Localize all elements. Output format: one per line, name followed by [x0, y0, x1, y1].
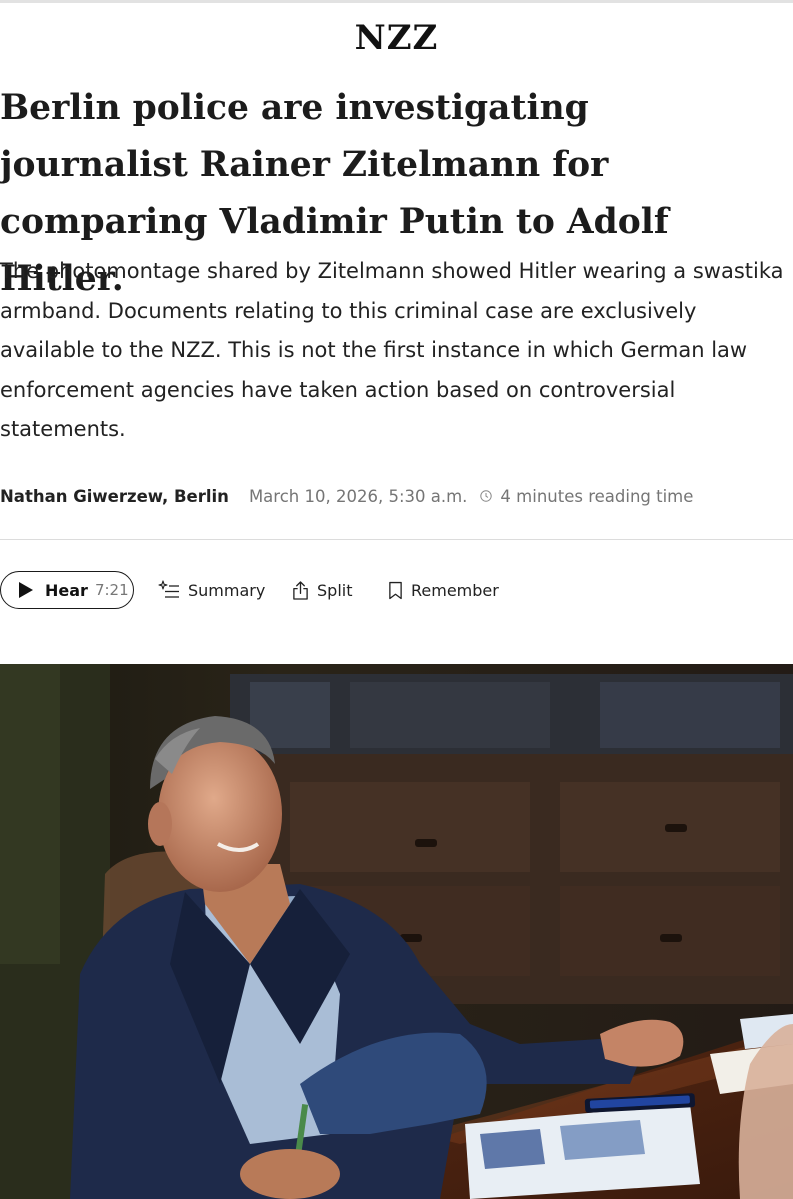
- publish-date: March 10, 2026, 5:30 a.m.: [248, 486, 468, 506]
- hear-duration: 7:21: [94, 581, 129, 599]
- play-icon: [19, 582, 33, 598]
- article-meta: Nathan Giwerzew, Berlin March 10, 2026, …: [0, 484, 790, 508]
- author-byline[interactable]: Nathan Giwerzew, Berlin: [0, 487, 229, 506]
- split-button[interactable]: Split: [292, 571, 352, 609]
- summary-label: Summary: [188, 580, 266, 600]
- meta-divider: [0, 539, 793, 540]
- reading-time: 4 minutes reading time: [500, 486, 694, 506]
- article-toolbar: Hear 7:21 Summary Split Remember: [0, 571, 793, 613]
- split-label: Split: [317, 580, 353, 600]
- sparkle-list-icon: [158, 580, 179, 598]
- bookmark-icon: [389, 581, 402, 599]
- hear-button[interactable]: Hear 7:21: [0, 571, 134, 609]
- clock-icon: [480, 490, 493, 502]
- top-border: [0, 0, 793, 3]
- remember-button[interactable]: Remember: [388, 571, 499, 609]
- article-lead: The photomontage shared by Zitelmann sho…: [0, 259, 784, 442]
- article-photo-image: [0, 664, 793, 1199]
- site-logo[interactable]: NZZ: [0, 18, 793, 58]
- hear-label: Hear: [45, 580, 88, 600]
- remember-label: Remember: [411, 580, 499, 600]
- summary-button[interactable]: Summary: [158, 571, 265, 609]
- article-photo: [0, 664, 793, 1199]
- share-icon: [293, 580, 308, 600]
